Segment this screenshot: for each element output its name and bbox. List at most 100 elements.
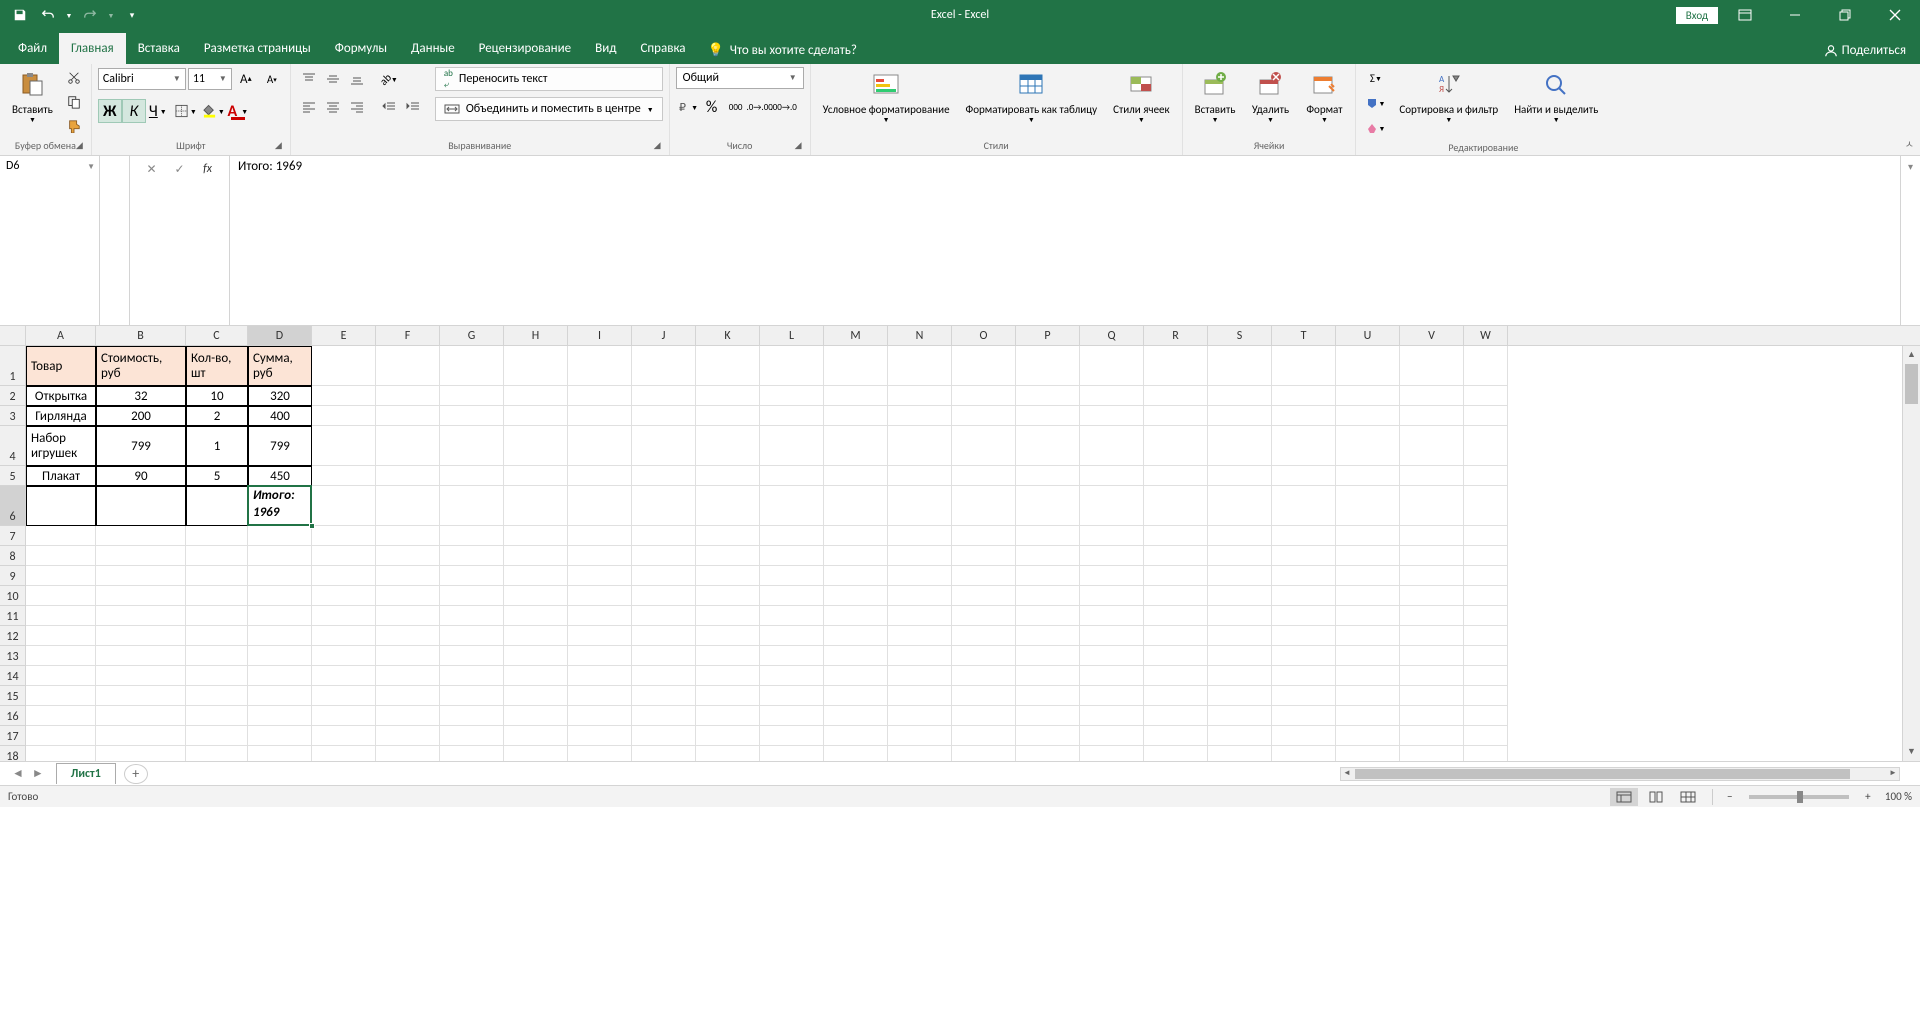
row-header-15[interactable]: 15 <box>0 686 26 706</box>
tab-file[interactable]: Файл <box>6 33 59 64</box>
qat-customize[interactable]: ▾ <box>120 3 144 27</box>
maximize-button[interactable] <box>1822 0 1868 30</box>
table-cell[interactable]: 1 <box>186 426 248 466</box>
chevron-down-icon[interactable]: ▼ <box>87 162 95 172</box>
normal-view-button[interactable] <box>1610 788 1638 806</box>
redo-button[interactable] <box>78 3 102 27</box>
table-cell[interactable] <box>96 486 186 526</box>
merge-center-button[interactable]: Объединить и поместить в центре ▼ <box>435 97 663 121</box>
table-cell[interactable]: Плакат <box>26 466 96 486</box>
col-header-B[interactable]: B <box>96 326 186 345</box>
col-header-J[interactable]: J <box>632 326 696 345</box>
find-select-button[interactable]: Найти и выделить▼ <box>1508 67 1604 127</box>
close-button[interactable] <box>1872 0 1918 30</box>
tab-page-layout[interactable]: Разметка страницы <box>192 33 323 64</box>
col-header-G[interactable]: G <box>440 326 504 345</box>
row-header-16[interactable]: 16 <box>0 706 26 726</box>
zoom-slider-thumb[interactable] <box>1797 791 1803 803</box>
copy-button[interactable] <box>63 91 85 113</box>
align-center-button[interactable] <box>321 95 345 119</box>
row-header-18[interactable]: 18 <box>0 746 26 761</box>
table-cell[interactable]: Кол-во, шт <box>186 346 248 386</box>
table-cell[interactable]: 450 <box>248 466 312 486</box>
row-header-7[interactable]: 7 <box>0 526 26 546</box>
add-sheet-button[interactable]: + <box>124 764 148 784</box>
borders-button[interactable]: ▼ <box>174 99 198 123</box>
row-header-5[interactable]: 5 <box>0 466 26 486</box>
table-cell[interactable]: 90 <box>96 466 186 486</box>
table-cell[interactable]: Стоимость, руб <box>96 346 186 386</box>
table-cell[interactable]: 2 <box>186 406 248 426</box>
row-header-8[interactable]: 8 <box>0 546 26 566</box>
undo-dropdown[interactable]: ▼ <box>64 3 74 27</box>
page-break-view-button[interactable] <box>1674 788 1702 806</box>
col-header-M[interactable]: M <box>824 326 888 345</box>
align-right-button[interactable] <box>345 95 369 119</box>
scroll-left-button[interactable]: ◄ <box>1341 768 1353 780</box>
col-header-Q[interactable]: Q <box>1080 326 1144 345</box>
format-painter-button[interactable] <box>63 115 85 137</box>
sort-filter-button[interactable]: AЯ Сортировка и фильтр▼ <box>1393 67 1504 127</box>
currency-button[interactable]: ₽▼ <box>676 95 700 119</box>
table-cell[interactable]: Итого: 1969 <box>248 486 312 526</box>
share-button[interactable]: Поделиться <box>1810 37 1920 64</box>
ribbon-display-options[interactable] <box>1722 0 1768 30</box>
col-header-O[interactable]: O <box>952 326 1016 345</box>
scroll-down-button[interactable]: ▼ <box>1903 743 1920 761</box>
insert-function-button[interactable]: fx <box>198 160 218 178</box>
page-layout-view-button[interactable] <box>1642 788 1670 806</box>
tab-insert[interactable]: Вставка <box>126 33 192 64</box>
col-header-U[interactable]: U <box>1336 326 1400 345</box>
col-header-C[interactable]: C <box>186 326 248 345</box>
col-header-P[interactable]: P <box>1016 326 1080 345</box>
tab-formulas[interactable]: Формулы <box>323 33 399 64</box>
save-button[interactable] <box>8 3 32 27</box>
comma-button[interactable]: 000 <box>724 95 748 119</box>
tab-review[interactable]: Рецензирование <box>467 33 583 64</box>
table-cell[interactable]: 320 <box>248 386 312 406</box>
table-cell[interactable] <box>186 486 248 526</box>
row-header-1[interactable]: 1 <box>0 346 26 386</box>
table-cell[interactable]: Товар <box>26 346 96 386</box>
align-middle-button[interactable] <box>321 67 345 91</box>
increase-indent-button[interactable] <box>401 95 425 119</box>
insert-cells-button[interactable]: Вставить▼ <box>1189 67 1242 127</box>
accept-formula-button[interactable]: ✓ <box>170 160 190 178</box>
redo-dropdown[interactable]: ▼ <box>106 3 116 27</box>
col-header-L[interactable]: L <box>760 326 824 345</box>
decrease-font-button[interactable]: A▾ <box>260 67 284 91</box>
vertical-scrollbar[interactable]: ▲ ▼ <box>1902 346 1920 761</box>
table-cell[interactable]: Открытка <box>26 386 96 406</box>
row-header-10[interactable]: 10 <box>0 586 26 606</box>
zoom-in-button[interactable]: + <box>1861 790 1875 803</box>
increase-font-button[interactable]: A▴ <box>234 67 258 91</box>
col-header-W[interactable]: W <box>1464 326 1508 345</box>
italic-button[interactable]: К <box>122 99 146 123</box>
row-header-13[interactable]: 13 <box>0 646 26 666</box>
minimize-button[interactable] <box>1772 0 1818 30</box>
table-cell[interactable] <box>26 486 96 526</box>
row-header-11[interactable]: 11 <box>0 606 26 626</box>
table-cell[interactable]: 799 <box>248 426 312 466</box>
col-header-F[interactable]: F <box>376 326 440 345</box>
tab-home[interactable]: Главная <box>59 33 126 64</box>
decrease-indent-button[interactable] <box>377 95 401 119</box>
col-header-A[interactable]: A <box>26 326 96 345</box>
align-top-button[interactable] <box>297 67 321 91</box>
fill-handle[interactable] <box>309 523 315 529</box>
row-header-3[interactable]: 3 <box>0 406 26 426</box>
col-header-N[interactable]: N <box>888 326 952 345</box>
tab-data[interactable]: Данные <box>399 33 467 64</box>
cancel-formula-button[interactable]: ✕ <box>142 160 162 178</box>
fill-color-button[interactable]: ▼ <box>202 99 226 123</box>
sheet-nav[interactable]: ◄ ► <box>0 766 56 781</box>
hscroll-thumb[interactable] <box>1355 769 1850 779</box>
col-header-I[interactable]: I <box>568 326 632 345</box>
table-cell[interactable]: 10 <box>186 386 248 406</box>
table-cell[interactable]: 200 <box>96 406 186 426</box>
align-bottom-button[interactable] <box>345 67 369 91</box>
expand-formula-bar[interactable]: ▾ <box>1900 156 1920 325</box>
row-header-9[interactable]: 9 <box>0 566 26 586</box>
font-color-button[interactable]: A▼ <box>226 99 250 123</box>
font-name-dropdown[interactable]: Calibri▼ <box>98 68 186 90</box>
